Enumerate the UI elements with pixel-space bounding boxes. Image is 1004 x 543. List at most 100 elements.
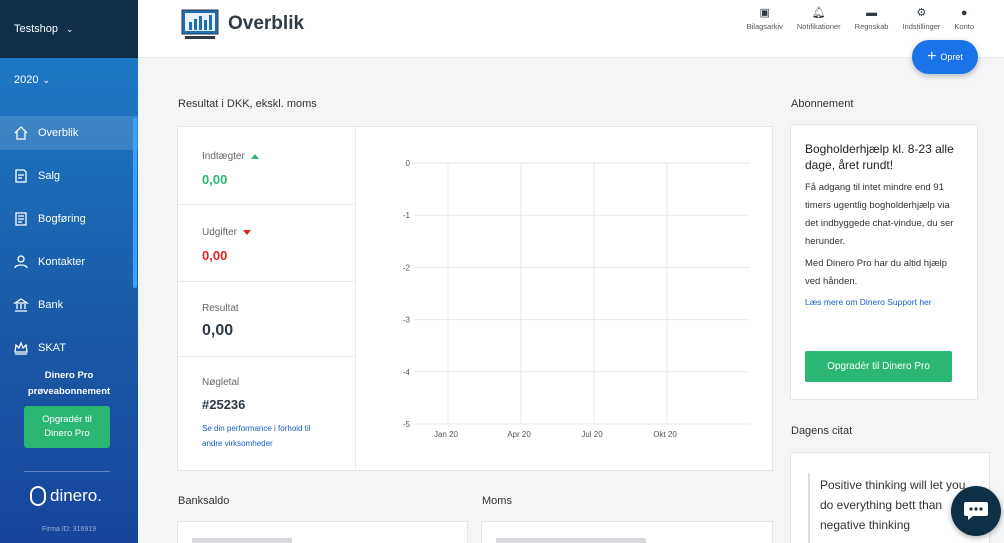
header-nav: ▣ Bilagsarkiv 🔔︎ Notifikationer ▬ Regnsk…: [733, 6, 974, 31]
income-label: Indtægter: [202, 151, 245, 162]
company-name: Testshop: [14, 23, 59, 35]
nav-label: Konto: [954, 22, 974, 31]
sidebar-item-label: Salg: [38, 170, 61, 182]
bank-section-title: Banksaldo: [178, 495, 230, 507]
result-chart: 0 -1 -2 -3 -4 -5 Jan 20 Apr 20 Jul 20 Okt 20: [403, 159, 750, 439]
result-card: Indtægter 0,00 Udgifter 0,00 Resultat 0,…: [177, 126, 773, 471]
result-value: 0,00: [202, 322, 234, 339]
income-value: 0,00: [202, 172, 228, 187]
y-tick-label: -1: [403, 211, 411, 220]
y-tick-label: -5: [403, 420, 411, 429]
ledger-icon: [12, 210, 30, 228]
sidebar-item-label: SKAT: [38, 342, 66, 354]
y-tick-label: -3: [403, 316, 411, 325]
folder-icon: ▬: [866, 7, 878, 19]
expenses-label-row: Udgifter: [202, 227, 252, 238]
kpi-expenses: Udgifter 0,00: [178, 205, 355, 282]
keyfig-label: Nøgletal: [202, 377, 240, 388]
sidebar-item-label: Overblik: [38, 127, 79, 139]
sales-icon: [12, 167, 30, 185]
subscription-section-title: Abonnement: [791, 98, 854, 110]
firma-id: Firma ID: 316919: [41, 526, 97, 533]
x-tick-label: Jul 20: [581, 430, 603, 439]
bank-icon: [12, 296, 30, 314]
subscription-upgrade-button[interactable]: Opgradér til Dinero Pro: [805, 351, 952, 382]
x-tick-label: Jan 20: [434, 430, 459, 439]
nav-label: Regnskab: [854, 22, 889, 31]
bell-icon: 🔔︎: [811, 7, 826, 19]
kpi-income: Indtægter 0,00: [178, 127, 355, 205]
quote-text: Positive thinking will let you do everyt…: [820, 478, 966, 532]
user-icon: ●: [960, 7, 968, 19]
expenses-value: 0,00: [202, 248, 228, 263]
nav-label: Indstillinger: [902, 22, 941, 31]
x-tick-label: Okt 20: [653, 430, 677, 439]
dinero-logo-mark: [30, 486, 46, 506]
sidebar-item-skat[interactable]: SKAT: [0, 331, 138, 365]
create-label: Opret: [940, 52, 963, 62]
nav-label: Notifikationer: [796, 22, 841, 31]
moms-section-title: Moms: [482, 495, 512, 507]
sidebar-item-bogforing[interactable]: Bogføring: [0, 202, 138, 236]
nav-indstillinger[interactable]: ⚙ Indstillinger: [902, 6, 940, 31]
sidebar: Testshop ⌄ 2020 ⌄ Overblik Salg Bogførin…: [0, 0, 138, 543]
y-tick-label: 0: [406, 159, 411, 168]
y-tick-label: -2: [403, 263, 411, 272]
company-switcher[interactable]: Testshop ⌄: [0, 0, 138, 58]
logo-text: dinero.: [50, 486, 102, 505]
income-label-row: Indtægter: [202, 151, 259, 162]
sidebar-upgrade-button[interactable]: Opgradér til Dinero Pro: [24, 406, 110, 448]
sidebar-divider: [24, 471, 110, 472]
keyfig-value: #25236: [202, 397, 246, 412]
plus-icon: +: [927, 48, 937, 65]
moms-placeholder-line: [496, 538, 646, 543]
year-switcher[interactable]: 2020 ⌄: [0, 58, 138, 102]
sidebar-item-kontakter[interactable]: Kontakter: [0, 245, 138, 279]
gear-icon: ⚙: [916, 7, 927, 19]
sidebar-scrollbar[interactable]: [133, 118, 137, 288]
sidebar-item-label: Bogføring: [38, 213, 86, 225]
sidebar-item-label: Bank: [38, 299, 64, 311]
nav-notifikationer[interactable]: 🔔︎ Notifikationer: [797, 6, 841, 31]
sidebar-item-label: Kontakter: [38, 256, 86, 268]
bank-card: [177, 521, 468, 543]
keyfig-link[interactable]: Se din performance i forhold til andre v…: [202, 421, 332, 451]
expenses-label: Udgifter: [202, 227, 238, 238]
dinero-logo: dinero.: [30, 486, 102, 506]
sidebar-item-bank[interactable]: Bank: [0, 288, 138, 322]
subscription-link[interactable]: Læs mere om Dinero Support her: [805, 297, 963, 307]
quote-section-title: Dagens citat: [791, 425, 853, 437]
sidebar-item-salg[interactable]: Salg: [0, 159, 138, 193]
create-button[interactable]: + Opret: [912, 40, 978, 74]
kpi-keyfigure: Nøgletal #25236 Se din performance i for…: [178, 357, 355, 470]
subscription-text2: Med Dinero Pro har du altid hjælp ved hå…: [805, 258, 948, 287]
top-header: Overblik ▣ Bilagsarkiv 🔔︎ Notifikationer…: [138, 0, 1004, 58]
trial-notice: Dinero Pro prøveabonnement: [0, 368, 138, 400]
nav-regnskab[interactable]: ▬ Regnskab: [855, 6, 889, 31]
nav-bilagsarkiv[interactable]: ▣ Bilagsarkiv: [747, 6, 783, 31]
quote-bar: [808, 473, 810, 543]
subscription-text1: Få adgang til intet mindre end 91 timers…: [805, 182, 954, 247]
archive-icon: ▣: [759, 7, 770, 19]
monitor-chart-icon: [181, 9, 219, 39]
x-tick-label: Apr 20: [507, 430, 531, 439]
moms-card: [481, 521, 773, 543]
sidebar-item-overblik[interactable]: Overblik: [0, 116, 138, 150]
chevron-down-icon: ⌄: [42, 74, 51, 85]
result-label: Resultat: [202, 303, 239, 314]
nav-konto[interactable]: ● Konto: [954, 6, 974, 31]
nav-label: Bilagsarkiv: [746, 22, 783, 31]
chat-icon: [964, 502, 988, 520]
trial-line1: Dinero Pro: [44, 370, 94, 381]
contacts-icon: [12, 253, 30, 271]
arrow-up-icon: [250, 153, 259, 159]
subscription-card: Bogholderhjælp kl. 8-23 alle dage, året …: [790, 124, 978, 400]
bank-placeholder-line: [192, 538, 292, 543]
chat-button[interactable]: [951, 486, 1001, 536]
crown-icon: [12, 339, 30, 357]
page-title: Overblik: [228, 13, 305, 34]
kpi-result: Resultat 0,00: [178, 282, 355, 357]
y-tick-label: -4: [403, 368, 411, 377]
sidebar-nav: Overblik Salg Bogføring Kontakter Bank S…: [0, 116, 138, 365]
arrow-down-icon: [243, 229, 252, 235]
